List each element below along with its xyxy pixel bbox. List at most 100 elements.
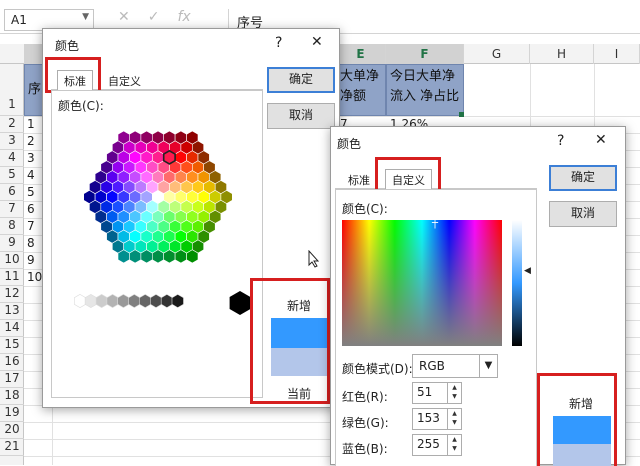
column-header-e[interactable]: E — [336, 44, 386, 64]
color-dialog-standard: 颜色 ? ✕ 标准 自定义 颜色(C): 确定 取消 新增 当前 — [42, 28, 340, 408]
row-header-2[interactable]: 2 — [0, 116, 24, 133]
cancel-button[interactable]: 取消 — [549, 201, 617, 227]
gray-hexagon[interactable] — [84, 294, 97, 308]
row-header-7[interactable]: 7 — [0, 201, 24, 218]
color-dialog-custom: 颜色 ? ✕ 标准 自定义 颜色(C): ┼ ◀ 颜色模式(D): RGB ▼ … — [330, 126, 626, 466]
cell-a7[interactable]: 6 — [27, 202, 35, 216]
spectrum-picker[interactable] — [342, 220, 502, 346]
tab-custom[interactable]: 自定义 — [101, 70, 148, 92]
spinner-arrows-icon[interactable]: ▲ ▼ — [447, 383, 461, 403]
help-icon[interactable]: ? — [275, 35, 282, 51]
cell-a5[interactable]: 4 — [27, 168, 35, 182]
cell-a6[interactable]: 5 — [27, 185, 35, 199]
row-header-1[interactable]: 1 — [0, 64, 24, 116]
dialog-title: 颜色 — [337, 137, 362, 151]
row-header-8[interactable]: 8 — [0, 218, 24, 235]
row-header-4[interactable]: 4 — [0, 150, 24, 167]
colors-label: 颜色(C): — [58, 99, 104, 113]
cell-a4[interactable]: 3 — [27, 151, 35, 165]
cell-e1[interactable]: 大单净 净额 — [336, 64, 386, 116]
color-hexagon[interactable] — [174, 249, 187, 264]
close-icon[interactable]: ✕ — [595, 132, 607, 148]
gray-hexagon[interactable] — [128, 294, 141, 308]
row-header-15[interactable]: 15 — [0, 337, 24, 354]
black-hexagon[interactable] — [229, 291, 251, 315]
luminance-slider[interactable] — [512, 220, 522, 346]
color-hexagon[interactable] — [129, 249, 142, 264]
blue-label: 蓝色(B): — [342, 442, 388, 456]
spinner-arrows-icon[interactable]: ▲ ▼ — [447, 409, 461, 429]
column-header-i[interactable]: I — [594, 44, 640, 64]
green-spinner[interactable]: 153 ▲ ▼ — [412, 408, 462, 430]
standard-tab-pane: 颜色(C): — [51, 90, 263, 398]
highlight-box — [45, 57, 101, 93]
row-header-19[interactable]: 19 — [0, 405, 24, 422]
cancel-icon[interactable]: ✕ — [118, 9, 130, 25]
highlight-box — [375, 157, 441, 193]
mouse-cursor-icon — [308, 250, 320, 268]
grayscale-picker[interactable] — [72, 287, 256, 321]
tab-standard[interactable]: 标准 — [341, 169, 377, 191]
column-header-f[interactable]: F — [386, 44, 464, 64]
blue-spinner[interactable]: 255 ▲ ▼ — [412, 434, 462, 456]
ok-button[interactable]: 确定 — [267, 67, 335, 93]
gray-hexagon[interactable] — [117, 294, 130, 308]
row-header-21[interactable]: 21 — [0, 439, 24, 456]
green-value: 153 — [417, 411, 440, 425]
color-model-value: RGB — [419, 359, 445, 373]
crosshair-icon: ┼ — [432, 218, 439, 229]
row-header-3[interactable]: 3 — [0, 133, 24, 150]
cell-a9[interactable]: 8 — [27, 236, 35, 250]
cell-a2[interactable]: 1 — [27, 117, 35, 131]
color-model-select[interactable]: RGB ▼ — [412, 354, 498, 378]
spinner-arrows-icon[interactable]: ▲ ▼ — [447, 435, 461, 455]
blue-value: 255 — [417, 437, 440, 451]
check-icon[interactable]: ✓ — [148, 9, 160, 25]
gray-hexagon[interactable] — [139, 294, 152, 308]
gray-hexagon[interactable] — [106, 294, 119, 308]
cell-a11[interactable]: 10 — [27, 270, 42, 284]
chevron-down-icon[interactable]: ▼ — [82, 12, 89, 22]
help-icon[interactable]: ? — [557, 133, 564, 149]
name-box-value: A1 — [11, 13, 27, 27]
red-spinner[interactable]: 51 ▲ ▼ — [412, 382, 462, 404]
row-header-20[interactable]: 20 — [0, 422, 24, 439]
fx-icon[interactable]: fx — [177, 9, 190, 25]
row-header-12[interactable]: 12 — [0, 286, 24, 303]
gray-hexagon[interactable] — [150, 294, 162, 308]
color-hexagon[interactable] — [163, 249, 176, 264]
row-header-13[interactable]: 13 — [0, 303, 24, 320]
row-header-16[interactable]: 16 — [0, 354, 24, 371]
gray-hexagon[interactable] — [160, 294, 173, 308]
cancel-button[interactable]: 取消 — [267, 103, 335, 129]
colors-label: 颜色(C): — [342, 202, 388, 216]
cell-a3[interactable]: 2 — [27, 134, 35, 148]
row-header-10[interactable]: 10 — [0, 252, 24, 269]
chevron-down-icon[interactable]: ▼ — [479, 355, 497, 377]
cell-a10[interactable]: 9 — [27, 253, 35, 267]
gray-hexagon[interactable] — [73, 294, 86, 308]
row-header-6[interactable]: 6 — [0, 184, 24, 201]
hexagon-color-picker[interactable] — [58, 119, 258, 279]
column-header-h[interactable]: H — [530, 44, 594, 64]
ok-button[interactable]: 确定 — [549, 165, 617, 191]
color-hexagon[interactable] — [152, 249, 164, 264]
custom-tab-pane: 颜色(C): ┼ ◀ 颜色模式(D): RGB ▼ 红色(R): 51 ▲ ▼ 绿… — [335, 189, 537, 466]
color-hexagon[interactable] — [140, 249, 153, 264]
color-hexagon[interactable] — [186, 249, 199, 264]
row-header-5[interactable]: 5 — [0, 167, 24, 184]
cell-f1[interactable]: 今日大单净 流入 净占比 — [386, 64, 464, 116]
row-header-18[interactable]: 18 — [0, 388, 24, 405]
row-header-17[interactable]: 17 — [0, 371, 24, 388]
column-header-g[interactable]: G — [464, 44, 530, 64]
row-header-9[interactable]: 9 — [0, 235, 24, 252]
row-header-11[interactable]: 11 — [0, 269, 24, 286]
gray-hexagon[interactable] — [95, 294, 108, 308]
close-icon[interactable]: ✕ — [311, 34, 323, 50]
row-header-14[interactable]: 14 — [0, 320, 24, 337]
cell-a8[interactable]: 7 — [27, 219, 35, 233]
color-hexagon[interactable] — [117, 249, 130, 264]
fill-handle[interactable] — [459, 112, 464, 117]
gray-hexagon[interactable] — [171, 294, 184, 308]
luminance-arrow-icon[interactable]: ◀ — [524, 266, 531, 276]
